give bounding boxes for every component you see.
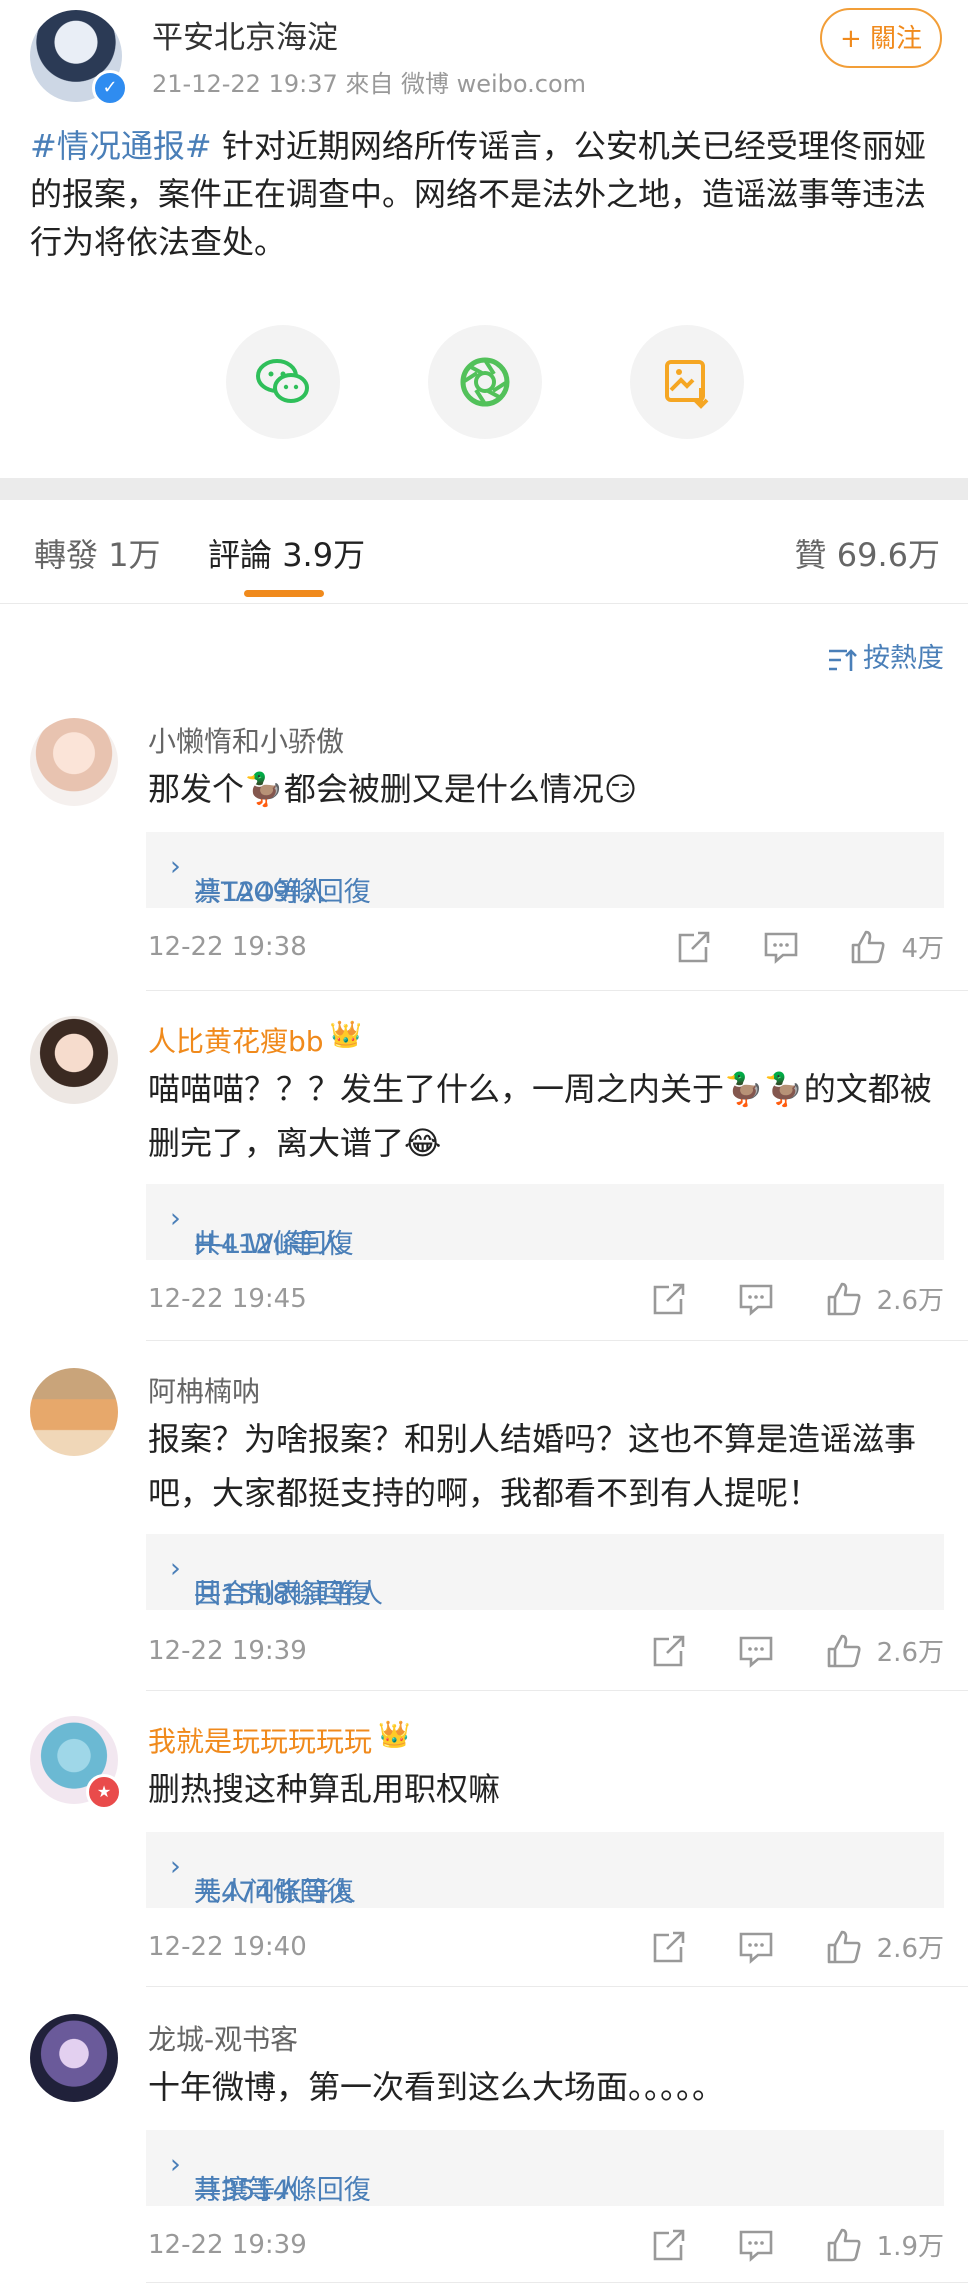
vip-crown-icon: 👑 (329, 1020, 362, 1050)
comment-separator (146, 1340, 968, 1341)
comment-replies-button[interactable]: H-L-Wu等人 共412條回復 › (146, 1184, 944, 1260)
tab-reposts[interactable]: 轉發 1万 (34, 530, 161, 576)
reply-total: 共1508條回復 (194, 1579, 371, 1610)
reply-total: 共474條回復 (194, 1877, 354, 1908)
comment-separator (146, 1986, 968, 1987)
comment-time: 12-22 19:38 (148, 932, 307, 962)
comment-author[interactable]: 阿柟楠呐 (148, 1370, 260, 1410)
tab-reposts-label: 轉發 (34, 536, 99, 574)
reply-total: 共412條回復 (194, 1229, 354, 1260)
like-icon[interactable] (826, 1929, 862, 1965)
moments-icon (460, 357, 510, 407)
like-count: 2.6万 (876, 1934, 944, 1964)
repost-icon[interactable] (676, 929, 712, 965)
comment-author-vip[interactable]: 人比黄花瘦bb 👑 (148, 1020, 362, 1060)
share-wechat-button[interactable] (226, 325, 340, 439)
comment-separator (146, 1690, 968, 1691)
comment-icon[interactable] (738, 1929, 774, 1965)
comment-author-name: 人比黄花瘦bb (148, 1025, 324, 1058)
sort-label: 按熱度 (863, 643, 944, 674)
tab-divider (0, 603, 968, 604)
comment-text: 那发个🦆都会被删又是什么情况😏 (148, 770, 638, 808)
comment-time: 12-22 19:40 (148, 1932, 307, 1962)
comment-actions: 1.9万 (605, 2226, 944, 2266)
comment-actions: 4万 (630, 928, 944, 968)
post-author-name[interactable]: 平安北京海淀 (152, 12, 338, 57)
post-meta: 21-12-22 19:37 來自 微博 weibo.com (152, 70, 587, 98)
sort-by-hot-button[interactable]: 按熱度 (827, 636, 944, 675)
comment-avatar[interactable] (30, 2014, 118, 2102)
comment-author[interactable]: 龙城-观书客 (148, 2018, 298, 2058)
repost-icon[interactable] (651, 2227, 687, 2263)
repost-icon[interactable] (651, 1633, 687, 1669)
comment-author-vip[interactable]: 我就是玩玩玩玩玩 👑 (148, 1720, 410, 1760)
active-tab-indicator (244, 590, 324, 597)
tab-likes-count: 69.6万 (836, 536, 940, 574)
reply-total: 共1249條回復 (194, 877, 371, 908)
tab-likes[interactable]: 贊 69.6万 (795, 530, 940, 576)
like-count: 4万 (901, 934, 944, 964)
like-icon[interactable] (826, 1633, 862, 1669)
comment-actions: 2.6万 (605, 1928, 944, 1968)
like-icon[interactable] (826, 2227, 862, 2263)
sort-icon (829, 648, 857, 671)
user-badge-icon: ★ (86, 1774, 122, 1810)
tab-comments[interactable]: 評論 3.9万 (208, 530, 365, 576)
post-body: #情况通报# 针对近期网络所传谣言，公安机关已经受理佟丽娅的报案，案件正在调查中… (30, 122, 940, 266)
comment-author[interactable]: 小懒惰和小骄傲 (148, 720, 344, 760)
comment-actions: 2.6万 (605, 1632, 944, 1672)
save-image-icon (665, 360, 709, 409)
comment-text: 报案？为啥报案？和别人结婚吗？这也不算是造谣滋事吧，大家都挺支持的啊，我都看不到… (148, 1420, 917, 1512)
comment-actions: 2.6万 (605, 1280, 944, 1320)
repost-icon[interactable] (651, 1281, 687, 1317)
comment-avatar[interactable] (30, 1016, 118, 1104)
comment-replies-button[interactable]: 无人问张等人 共474條回復 › (146, 1832, 944, 1908)
comment-time: 12-22 19:45 (148, 1284, 307, 1314)
vip-crown-icon: 👑 (378, 1720, 411, 1750)
verified-badge-icon: ✓ (92, 70, 128, 106)
comment-text: 喵喵喵？？？发生了什么，一周之内关于🦆🦆的文都被删完了，离大谱了😂 (148, 1070, 932, 1162)
comment-replies-button[interactable]: 凛TAO等人 共1249條回復 › (146, 832, 944, 908)
comment-separator (146, 2282, 968, 2283)
follow-button[interactable]: + 關注 (820, 8, 942, 68)
tab-reposts-count: 1万 (108, 536, 161, 574)
comment-author-name: 我就是玩玩玩玩玩 (148, 1725, 373, 1758)
like-icon[interactable] (850, 929, 886, 965)
comment-icon[interactable] (738, 1633, 774, 1669)
save-image-button[interactable] (630, 325, 744, 439)
like-icon[interactable] (826, 1281, 862, 1317)
comment-avatar[interactable] (30, 718, 118, 806)
tab-comments-label: 評論 (208, 536, 273, 574)
comment-icon[interactable] (763, 929, 799, 965)
comment-time: 12-22 19:39 (148, 2230, 307, 2260)
comment-replies-button[interactable]: 荨攘等人 共3514條回復 › (146, 2130, 944, 2206)
hashtag-link[interactable]: #情况通报# (30, 127, 212, 165)
comment-icon[interactable] (738, 1281, 774, 1317)
like-count: 1.9万 (876, 2232, 944, 2262)
tab-comments-count: 3.9万 (282, 536, 366, 574)
like-count: 2.6万 (876, 1286, 944, 1316)
tab-likes-label: 贊 (794, 536, 827, 574)
comment-separator (146, 990, 968, 991)
comment-text: 删热搜这种算乱用职权嘛 (148, 1770, 501, 1808)
comment-time: 12-22 19:39 (148, 1636, 307, 1666)
repost-icon[interactable] (651, 1929, 687, 1965)
comment-replies-button[interactable]: 回合制表演等人 共1508條回復 › (146, 1534, 944, 1610)
comment-icon[interactable] (738, 2227, 774, 2263)
wechat-icon (256, 359, 309, 403)
comment-text: 十年微博，第一次看到这么大场面。。。。。 (148, 2068, 725, 2106)
section-divider (0, 478, 968, 500)
like-count: 2.6万 (876, 1638, 944, 1668)
comment-avatar[interactable] (30, 1368, 118, 1456)
share-moments-button[interactable] (428, 325, 542, 439)
reply-total: 共3514條回復 (194, 2175, 371, 2206)
